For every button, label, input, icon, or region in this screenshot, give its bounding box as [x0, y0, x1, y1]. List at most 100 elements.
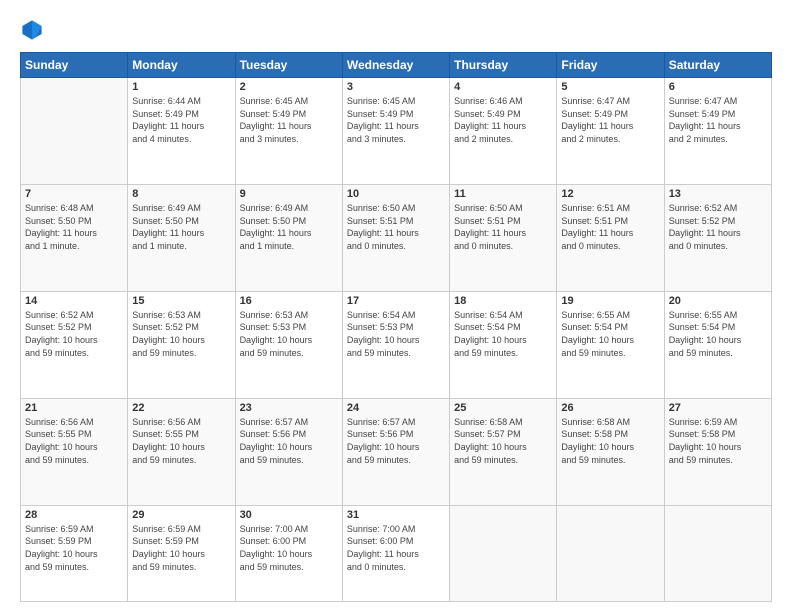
calendar-cell: 16 Sunrise: 6:53 AM Sunset: 5:53 PM Dayli…: [235, 291, 342, 398]
day-info: Sunrise: 6:53 AM Sunset: 5:53 PM Dayligh…: [240, 309, 338, 359]
day-info: Sunrise: 6:51 AM Sunset: 5:51 PM Dayligh…: [561, 202, 659, 252]
calendar-week-3: 14 Sunrise: 6:52 AM Sunset: 5:52 PM Dayli…: [21, 291, 772, 398]
day-number: 26: [561, 402, 659, 414]
calendar-cell: 3 Sunrise: 6:45 AM Sunset: 5:49 PM Daylig…: [342, 78, 449, 185]
calendar-cell: 22 Sunrise: 6:56 AM Sunset: 5:55 PM Dayli…: [128, 398, 235, 505]
calendar-cell: 4 Sunrise: 6:46 AM Sunset: 5:49 PM Daylig…: [450, 78, 557, 185]
day-number: 18: [454, 295, 552, 307]
day-number: 31: [347, 509, 445, 521]
day-number: 5: [561, 81, 659, 93]
day-number: 25: [454, 402, 552, 414]
day-number: 21: [25, 402, 123, 414]
calendar-cell: 19 Sunrise: 6:55 AM Sunset: 5:54 PM Dayli…: [557, 291, 664, 398]
calendar-cell: 30Sunrise: 7:00 AM Sunset: 6:00 PM Dayli…: [235, 505, 342, 601]
day-number: 11: [454, 188, 552, 200]
calendar-cell: 11 Sunrise: 6:50 AM Sunset: 5:51 PM Dayli…: [450, 184, 557, 291]
day-info: Sunrise: 6:50 AM Sunset: 5:51 PM Dayligh…: [347, 202, 445, 252]
logo: [20, 18, 48, 42]
day-info: Sunrise: 6:46 AM Sunset: 5:49 PM Dayligh…: [454, 95, 552, 145]
page: SundayMondayTuesdayWednesdayThursdayFrid…: [0, 0, 792, 612]
day-info: Sunrise: 6:49 AM Sunset: 5:50 PM Dayligh…: [132, 202, 230, 252]
calendar-header-saturday: Saturday: [664, 53, 771, 78]
day-number: 10: [347, 188, 445, 200]
calendar-cell: 18 Sunrise: 6:54 AM Sunset: 5:54 PM Dayli…: [450, 291, 557, 398]
calendar-week-4: 21 Sunrise: 6:56 AM Sunset: 5:55 PM Dayli…: [21, 398, 772, 505]
day-info: Sunrise: 6:58 AM Sunset: 5:58 PM Dayligh…: [561, 416, 659, 466]
calendar-cell: 5 Sunrise: 6:47 AM Sunset: 5:49 PM Daylig…: [557, 78, 664, 185]
calendar-cell: 24 Sunrise: 6:57 AM Sunset: 5:56 PM Dayli…: [342, 398, 449, 505]
day-number: 15: [132, 295, 230, 307]
day-info: Sunrise: 6:55 AM Sunset: 5:54 PM Dayligh…: [561, 309, 659, 359]
day-info: Sunrise: 6:48 AM Sunset: 5:50 PM Dayligh…: [25, 202, 123, 252]
day-number: 14: [25, 295, 123, 307]
day-number: 3: [347, 81, 445, 93]
calendar-cell: 29 Sunrise: 6:59 AM Sunset: 5:59 PM Dayli…: [128, 505, 235, 601]
calendar-cell: 1Sunrise: 6:44 AM Sunset: 5:49 PM Daylig…: [128, 78, 235, 185]
day-number: 19: [561, 295, 659, 307]
day-info: Sunrise: 6:52 AM Sunset: 5:52 PM Dayligh…: [25, 309, 123, 359]
day-number: 13: [669, 188, 767, 200]
day-info: Sunrise: 6:57 AM Sunset: 5:56 PM Dayligh…: [347, 416, 445, 466]
calendar-cell: 14 Sunrise: 6:52 AM Sunset: 5:52 PM Dayli…: [21, 291, 128, 398]
calendar-cell: [664, 505, 771, 601]
day-number: 8: [132, 188, 230, 200]
day-info: Sunrise: 6:50 AM Sunset: 5:51 PM Dayligh…: [454, 202, 552, 252]
calendar-cell: 26 Sunrise: 6:58 AM Sunset: 5:58 PM Dayli…: [557, 398, 664, 505]
calendar-cell: 7 Sunrise: 6:48 AM Sunset: 5:50 PM Daylig…: [21, 184, 128, 291]
day-number: 24: [347, 402, 445, 414]
calendar-header-row: SundayMondayTuesdayWednesdayThursdayFrid…: [21, 53, 772, 78]
calendar-cell: 13 Sunrise: 6:52 AM Sunset: 5:52 PM Dayli…: [664, 184, 771, 291]
day-info: Sunrise: 6:47 AM Sunset: 5:49 PM Dayligh…: [669, 95, 767, 145]
calendar-cell: 25 Sunrise: 6:58 AM Sunset: 5:57 PM Dayli…: [450, 398, 557, 505]
calendar-cell: 10 Sunrise: 6:50 AM Sunset: 5:51 PM Dayli…: [342, 184, 449, 291]
day-info: Sunrise: 6:45 AM Sunset: 5:49 PM Dayligh…: [240, 95, 338, 145]
day-number: 12: [561, 188, 659, 200]
calendar-cell: 20Sunrise: 6:55 AM Sunset: 5:54 PM Dayli…: [664, 291, 771, 398]
calendar-header-wednesday: Wednesday: [342, 53, 449, 78]
day-info: Sunrise: 6:54 AM Sunset: 5:53 PM Dayligh…: [347, 309, 445, 359]
calendar-week-1: 1Sunrise: 6:44 AM Sunset: 5:49 PM Daylig…: [21, 78, 772, 185]
calendar-cell: 21 Sunrise: 6:56 AM Sunset: 5:55 PM Dayli…: [21, 398, 128, 505]
day-info: Sunrise: 6:57 AM Sunset: 5:56 PM Dayligh…: [240, 416, 338, 466]
day-number: 2: [240, 81, 338, 93]
day-number: 29: [132, 509, 230, 521]
day-info: Sunrise: 6:59 AM Sunset: 5:59 PM Dayligh…: [25, 523, 123, 573]
calendar-cell: 31 Sunrise: 7:00 AM Sunset: 6:00 PM Dayli…: [342, 505, 449, 601]
day-info: Sunrise: 6:58 AM Sunset: 5:57 PM Dayligh…: [454, 416, 552, 466]
day-number: 1: [132, 81, 230, 93]
calendar-week-2: 7 Sunrise: 6:48 AM Sunset: 5:50 PM Daylig…: [21, 184, 772, 291]
day-number: 4: [454, 81, 552, 93]
day-number: 27: [669, 402, 767, 414]
day-info: Sunrise: 6:54 AM Sunset: 5:54 PM Dayligh…: [454, 309, 552, 359]
day-info: Sunrise: 7:00 AM Sunset: 6:00 PM Dayligh…: [347, 523, 445, 573]
day-info: Sunrise: 6:56 AM Sunset: 5:55 PM Dayligh…: [132, 416, 230, 466]
calendar-header-sunday: Sunday: [21, 53, 128, 78]
day-number: 28: [25, 509, 123, 521]
day-info: Sunrise: 6:56 AM Sunset: 5:55 PM Dayligh…: [25, 416, 123, 466]
day-info: Sunrise: 6:52 AM Sunset: 5:52 PM Dayligh…: [669, 202, 767, 252]
day-info: Sunrise: 6:45 AM Sunset: 5:49 PM Dayligh…: [347, 95, 445, 145]
day-info: Sunrise: 6:47 AM Sunset: 5:49 PM Dayligh…: [561, 95, 659, 145]
logo-icon: [20, 18, 44, 42]
calendar-cell: [21, 78, 128, 185]
day-number: 9: [240, 188, 338, 200]
calendar-cell: 23Sunrise: 6:57 AM Sunset: 5:56 PM Dayli…: [235, 398, 342, 505]
calendar-cell: 28 Sunrise: 6:59 AM Sunset: 5:59 PM Dayli…: [21, 505, 128, 601]
calendar-cell: 6 Sunrise: 6:47 AM Sunset: 5:49 PM Daylig…: [664, 78, 771, 185]
day-number: 6: [669, 81, 767, 93]
calendar-cell: [557, 505, 664, 601]
calendar-table: SundayMondayTuesdayWednesdayThursdayFrid…: [20, 52, 772, 602]
calendar-cell: 8 Sunrise: 6:49 AM Sunset: 5:50 PM Daylig…: [128, 184, 235, 291]
day-info: Sunrise: 6:55 AM Sunset: 5:54 PM Dayligh…: [669, 309, 767, 359]
day-info: Sunrise: 6:49 AM Sunset: 5:50 PM Dayligh…: [240, 202, 338, 252]
day-number: 7: [25, 188, 123, 200]
day-info: Sunrise: 6:59 AM Sunset: 5:58 PM Dayligh…: [669, 416, 767, 466]
day-number: 30: [240, 509, 338, 521]
calendar-cell: 2 Sunrise: 6:45 AM Sunset: 5:49 PM Daylig…: [235, 78, 342, 185]
day-number: 17: [347, 295, 445, 307]
calendar-header-monday: Monday: [128, 53, 235, 78]
day-number: 22: [132, 402, 230, 414]
day-info: Sunrise: 6:59 AM Sunset: 5:59 PM Dayligh…: [132, 523, 230, 573]
calendar-week-5: 28 Sunrise: 6:59 AM Sunset: 5:59 PM Dayli…: [21, 505, 772, 601]
day-number: 16: [240, 295, 338, 307]
